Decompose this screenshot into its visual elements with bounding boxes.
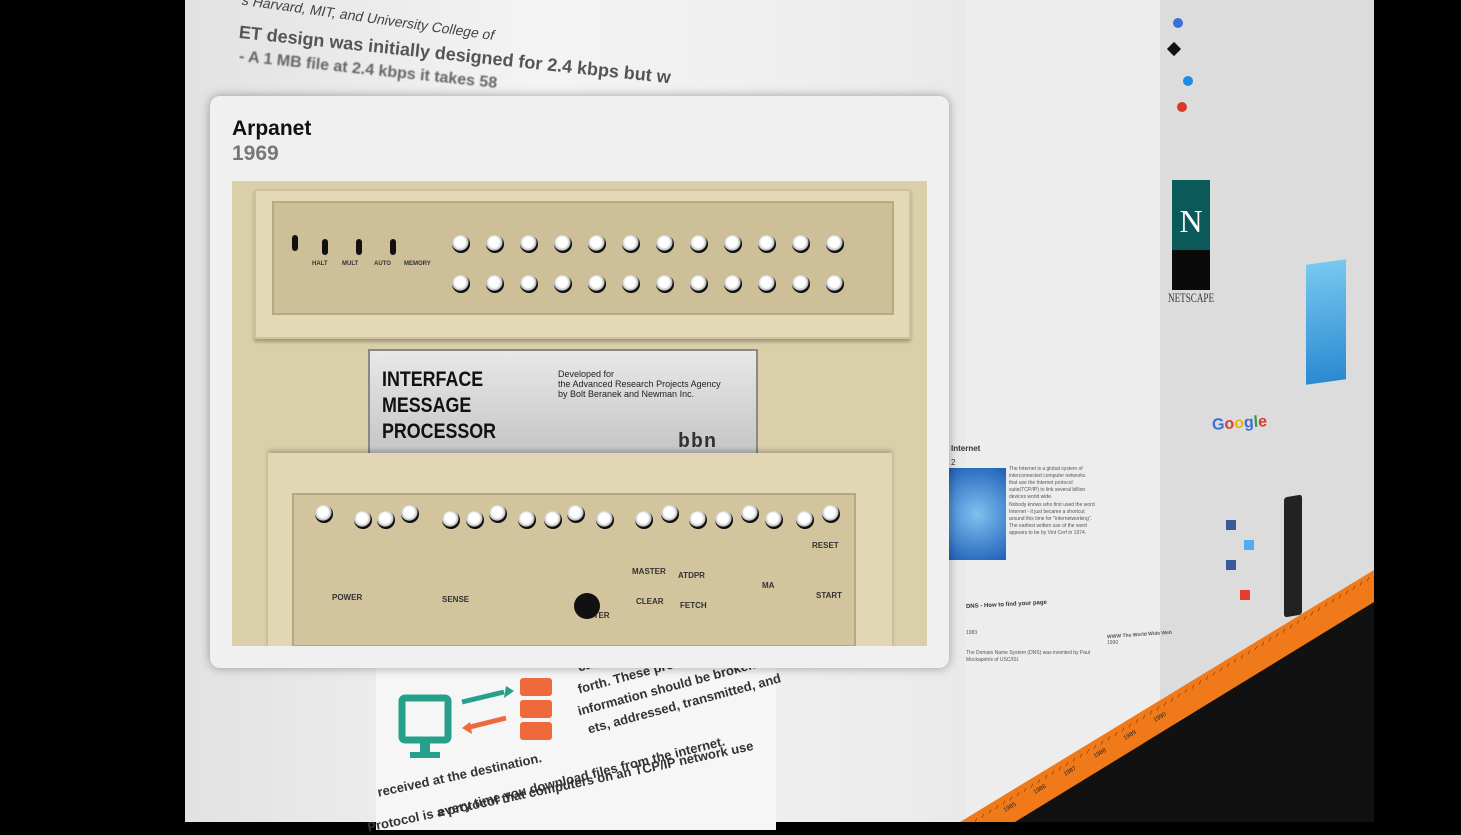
panel-knob: [689, 511, 708, 529]
panel-knob: [489, 505, 508, 523]
panel-knob: [554, 275, 572, 293]
panel-knob: [715, 511, 734, 529]
panel-knob: [758, 235, 776, 253]
netscape-logo: N: [1172, 180, 1210, 290]
panel-knob: [764, 511, 783, 529]
card-title: Arpanet: [232, 117, 312, 140]
panel-knob: [660, 505, 679, 523]
plate-credit-line: the Advanced Research Projects Agency: [558, 379, 721, 389]
social-icons: [1220, 510, 1270, 630]
imp-bottom-panel: RESET POWER SENSE MASTER CLEAR ATDPR FET…: [268, 453, 892, 646]
panel-knob: [622, 275, 640, 293]
iphone-image: [1284, 494, 1302, 618]
plate-credit-line: by Bolt Beranek and Newman Inc.: [558, 389, 695, 399]
www-year: 1990: [1107, 640, 1119, 646]
card-year: 1969: [232, 142, 279, 165]
panel-knob: [690, 275, 708, 293]
panel-knob: [486, 235, 504, 253]
fetch-label: FETCH: [680, 601, 707, 610]
panel-knob: [792, 235, 810, 253]
tcp-panel: cate and ex forth. These protocols sp in…: [366, 642, 809, 835]
panel-knob: [377, 511, 396, 529]
master-label: MASTER: [632, 567, 666, 576]
internet-text: The Internet is a global system of inter…: [1009, 466, 1086, 500]
panel-knob: [543, 511, 562, 529]
panel-knob: [792, 275, 810, 293]
imp-photo: HALT MULT AUTO MEMORY INTERFACE MESSAGE …: [232, 181, 927, 646]
sense-label: SENSE: [442, 595, 470, 604]
start-label: START: [816, 591, 843, 600]
plate-credit-line: Developed for: [558, 369, 615, 379]
panel-knob: [588, 275, 606, 293]
panel-knob: [400, 505, 419, 523]
toggle-switch: [356, 239, 362, 255]
panel-knob: [517, 511, 536, 529]
panel-knob: [465, 511, 484, 529]
panel-knob: [452, 275, 470, 293]
halt-label: HALT: [312, 261, 328, 267]
panel-knob: [595, 511, 614, 529]
panel-knob: [724, 275, 742, 293]
imp-bottom-inner: RESET POWER SENSE MASTER CLEAR ATDPR FET…: [292, 493, 856, 646]
panel-knob: [622, 235, 640, 253]
multi-label: MULT: [342, 261, 359, 267]
internet-heading: Internet: [951, 444, 981, 453]
panel-knob: [588, 235, 606, 253]
bbn-logo: bbn: [678, 431, 718, 454]
panel-knob: [656, 275, 674, 293]
panel-knob: [656, 235, 674, 253]
panel-knob: [634, 511, 653, 529]
ma-label: MA: [762, 581, 775, 590]
toggle-switch: [322, 239, 328, 255]
arpanet-card[interactable]: Arpanet 1969 HALT MULT AUTO MEMORY INTER…: [210, 96, 949, 668]
toggle-switch: [292, 235, 298, 251]
plate-title: INTERFACE MESSAGE PROCESSOR: [382, 367, 496, 445]
google-logo: Google: [1211, 413, 1267, 435]
google-letter: e: [1257, 413, 1268, 431]
panel-knob: [486, 275, 504, 293]
computer-server-icon: [396, 678, 566, 773]
panel-knob: [354, 511, 372, 529]
browser-icons: [1166, 10, 1197, 130]
panel-knob: [796, 511, 814, 529]
panel-knob: [690, 235, 708, 253]
dns-text: The Domain Name System (DNS) was invente…: [966, 650, 1090, 663]
panel-knob: [520, 235, 538, 253]
panel-knob: [520, 275, 538, 293]
cloud-image: [1306, 259, 1346, 385]
dns-year: 1983: [966, 630, 978, 636]
internet-text-2: Nobody knows who first used the word Int…: [1009, 502, 1095, 536]
panel-knob: [452, 235, 470, 253]
netscape-label: NETSCAPE: [1168, 290, 1215, 305]
panel-knob: [758, 275, 776, 293]
auto-label: AUTO: [374, 261, 391, 267]
power-label: POWER: [332, 593, 363, 602]
svg-text:N: N: [1179, 203, 1202, 239]
atdpr-label: ATDPR: [678, 571, 705, 580]
clear-label: CLEAR: [636, 597, 664, 606]
panel-knob: [567, 505, 586, 523]
plate-line: PROCESSOR: [382, 420, 497, 443]
imp-top-inner: HALT MULT AUTO MEMORY: [272, 201, 894, 315]
imp-top-panel: HALT MULT AUTO MEMORY: [254, 189, 911, 339]
panel-knob: [826, 235, 844, 253]
panel-knob: [724, 235, 742, 253]
plate-line: MESSAGE: [382, 394, 472, 417]
reset-label: RESET: [812, 541, 839, 550]
panel-knob: [554, 235, 572, 253]
panel-knob: [442, 511, 461, 529]
panel-knob: [826, 275, 844, 293]
panel-knob: [822, 505, 840, 523]
plate-credit: Developed for the Advanced Research Proj…: [558, 369, 721, 399]
toggle-switch: [390, 239, 396, 255]
internet-image: [948, 468, 1006, 560]
internet-year: 2: [951, 458, 956, 467]
panel-knob: [741, 505, 760, 523]
panel-knob: [315, 505, 333, 523]
register-dial: [574, 593, 600, 619]
timeline-column-internet: [965, 0, 1160, 822]
memory-label: MEMORY: [404, 261, 431, 267]
plate-line: INTERFACE: [382, 368, 484, 391]
